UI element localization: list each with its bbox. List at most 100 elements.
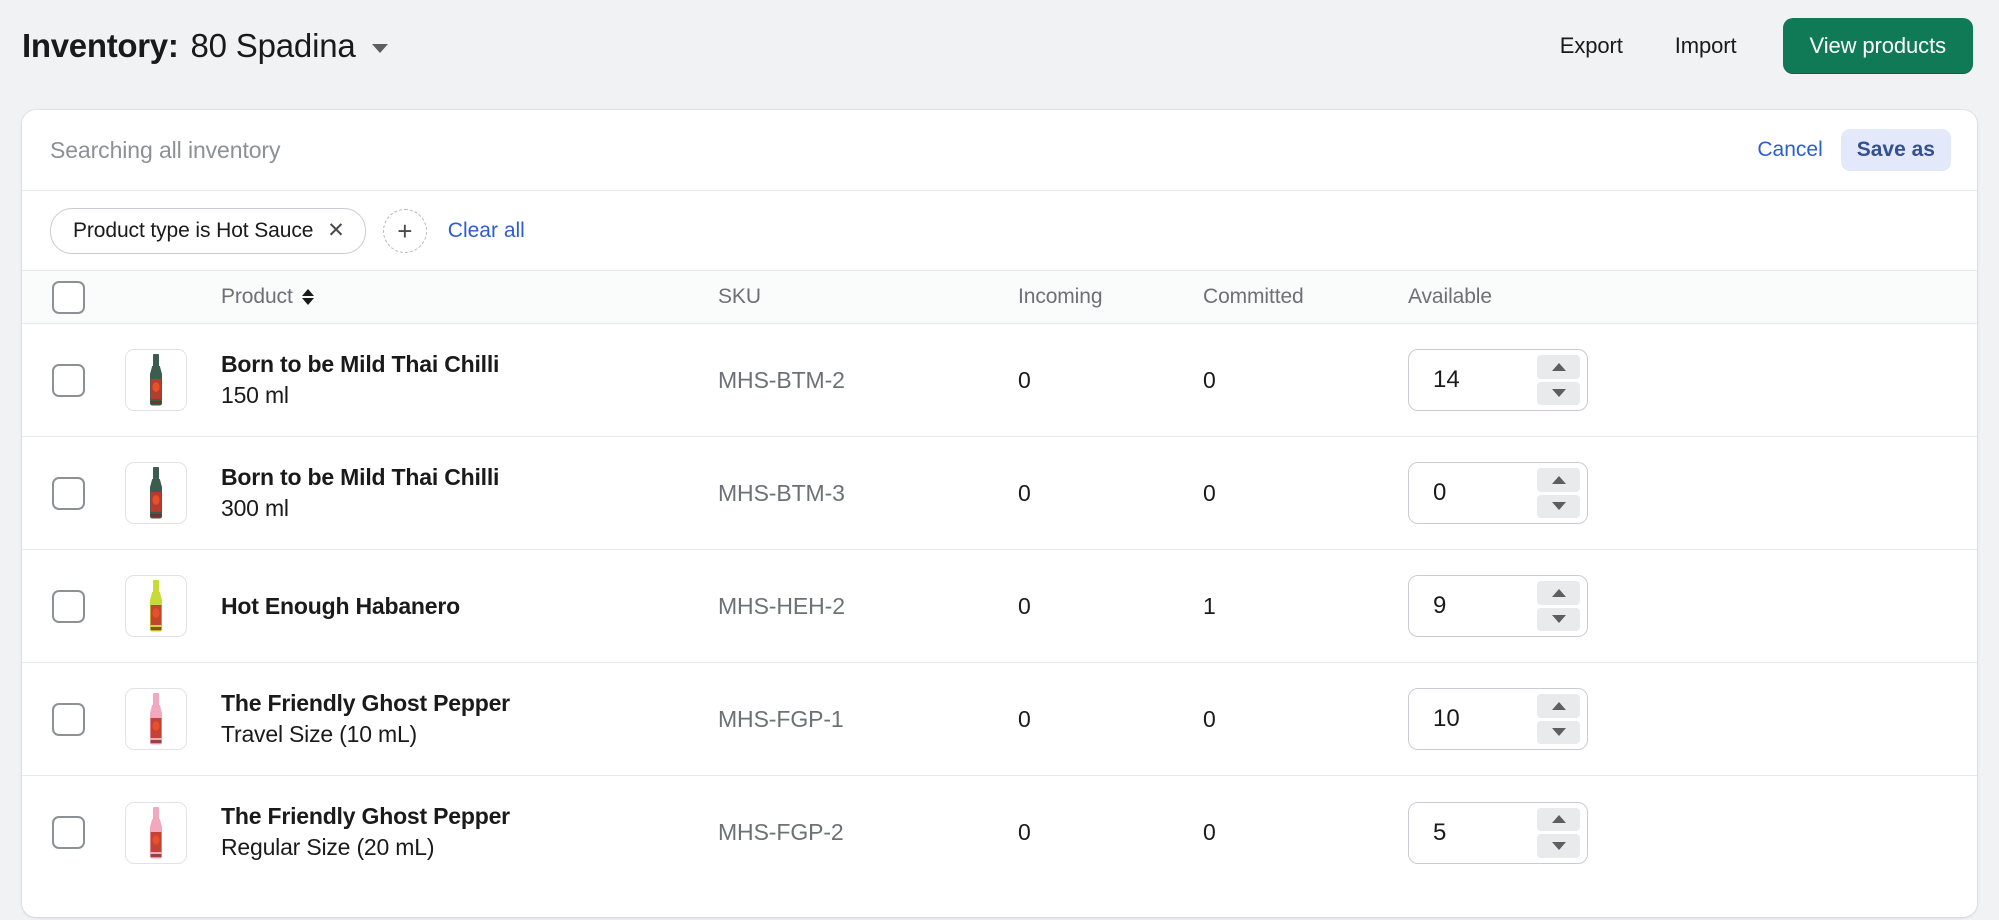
incoming-value: 0 (1018, 705, 1031, 732)
committed-value: 0 (1203, 705, 1216, 732)
caret-down-icon[interactable] (1537, 381, 1580, 405)
column-header-available: Available (1408, 285, 1977, 309)
column-header-sku-label: SKU (718, 285, 761, 308)
product-cell: Born to be Mild Thai Chilli 150 ml (198, 350, 718, 410)
committed-value: 0 (1203, 479, 1216, 506)
column-header-committed: Committed (1203, 285, 1408, 309)
checkbox-unchecked-icon[interactable] (51, 476, 85, 510)
available-quantity-stepper[interactable]: 0 (1408, 462, 1588, 524)
stepper-buttons (1537, 463, 1587, 523)
column-header-available-label: Available (1408, 285, 1492, 308)
available-quantity-stepper[interactable]: 10 (1408, 688, 1588, 750)
table-row[interactable]: Born to be Mild Thai Chilli 300 ml MHS-B… (22, 437, 1977, 550)
product-variant: 150 ml (221, 381, 289, 408)
row-select-cell (22, 589, 114, 623)
row-select-cell (22, 702, 114, 736)
row-select-cell (22, 363, 114, 397)
available-cell: 0 (1408, 462, 1977, 524)
caret-up-icon[interactable] (1537, 581, 1580, 605)
sku-value: MHS-HEH-2 (718, 592, 845, 619)
import-button[interactable]: Import (1649, 21, 1763, 71)
inventory-card: Searching all inventory Cancel Save as P… (22, 110, 1977, 917)
column-header-incoming: Incoming (1018, 285, 1203, 309)
clear-all-button[interactable]: Clear all (444, 213, 529, 249)
available-value[interactable]: 14 (1409, 350, 1537, 410)
view-products-button[interactable]: View products (1782, 18, 1973, 74)
available-value[interactable]: 9 (1409, 576, 1537, 636)
incoming-cell: 0 (1018, 819, 1203, 846)
product-name[interactable]: Born to be Mild Thai Chilli (221, 463, 718, 491)
page-title-label: Inventory: (22, 27, 179, 64)
caret-down-icon[interactable] (1537, 607, 1580, 631)
table-row[interactable]: The Friendly Ghost Pepper Regular Size (… (22, 776, 1977, 889)
product-thumbnail-cell (114, 462, 198, 524)
caret-down-icon[interactable] (1537, 720, 1580, 744)
available-quantity-stepper[interactable]: 9 (1408, 575, 1588, 637)
product-name[interactable]: Hot Enough Habanero (221, 592, 718, 620)
committed-cell: 0 (1203, 367, 1408, 394)
checkbox-unchecked-icon[interactable] (51, 702, 85, 736)
product-name[interactable]: Born to be Mild Thai Chilli (221, 350, 718, 378)
chevron-down-icon[interactable] (371, 43, 388, 53)
checkbox-unchecked-icon[interactable] (51, 816, 85, 849)
sku-value: MHS-FGP-1 (718, 705, 844, 732)
available-value[interactable]: 10 (1409, 689, 1537, 749)
search-input[interactable]: Searching all inventory (50, 137, 280, 164)
committed-value: 0 (1203, 819, 1216, 845)
checkbox-unchecked-icon[interactable] (51, 280, 85, 314)
product-name[interactable]: The Friendly Ghost Pepper (221, 689, 718, 717)
sku-cell: MHS-FGP-1 (718, 706, 1018, 733)
product-variant: Travel Size (10 mL) (221, 720, 418, 747)
product-thumbnail[interactable] (125, 349, 187, 411)
save-as-button[interactable]: Save as (1840, 129, 1951, 171)
cancel-button[interactable]: Cancel (1753, 130, 1826, 170)
sort-arrows-icon[interactable] (301, 289, 314, 305)
table-row[interactable]: Hot Enough Habanero MHS-HEH-2 0 1 9 (22, 550, 1977, 663)
caret-up-icon[interactable] (1537, 807, 1580, 831)
stepper-buttons (1537, 803, 1587, 863)
product-cell: Hot Enough Habanero (198, 592, 718, 620)
filter-chip-product-type[interactable]: Product type is Hot Sauce ✕ (50, 207, 366, 254)
product-thumbnail-cell (114, 801, 198, 864)
table-row[interactable]: The Friendly Ghost Pepper Travel Size (1… (22, 663, 1977, 776)
product-thumbnail[interactable] (125, 575, 187, 637)
caret-down-icon[interactable] (1537, 494, 1580, 518)
caret-up-icon[interactable] (1537, 355, 1580, 379)
caret-up-icon[interactable] (1537, 468, 1580, 492)
product-thumbnail[interactable] (125, 801, 187, 864)
product-cell: The Friendly Ghost Pepper Travel Size (1… (198, 689, 718, 749)
available-value[interactable]: 5 (1409, 803, 1537, 863)
incoming-cell: 0 (1018, 367, 1203, 394)
sku-cell: MHS-BTM-2 (718, 367, 1018, 394)
hot-sauce-bottle-icon (150, 580, 162, 632)
available-cell: 5 (1408, 801, 1977, 864)
committed-cell: 1 (1203, 593, 1408, 620)
export-button[interactable]: Export (1534, 21, 1649, 71)
table-row[interactable]: Born to be Mild Thai Chilli 150 ml MHS-B… (22, 324, 1977, 437)
add-filter-button[interactable]: + (382, 208, 427, 253)
checkbox-unchecked-icon[interactable] (51, 589, 85, 623)
column-header-product[interactable]: Product (198, 285, 718, 309)
caret-down-icon[interactable] (1537, 834, 1580, 858)
committed-cell: 0 (1203, 706, 1408, 733)
product-name[interactable]: The Friendly Ghost Pepper (221, 802, 718, 830)
available-quantity-stepper[interactable]: 14 (1408, 349, 1588, 411)
available-value[interactable]: 0 (1409, 463, 1537, 523)
caret-up-icon[interactable] (1537, 694, 1580, 718)
incoming-cell: 0 (1018, 706, 1203, 733)
committed-value: 0 (1203, 366, 1216, 393)
product-thumbnail[interactable] (125, 462, 187, 524)
sku-value: MHS-FGP-2 (718, 819, 844, 845)
available-quantity-stepper[interactable]: 5 (1408, 801, 1588, 864)
table-header-row: Product SKU Incoming Committed Available (22, 271, 1977, 324)
page-header: Inventory: 80 Spadina Export Import View… (0, 0, 1999, 92)
filters-bar: Product type is Hot Sauce ✕ + Clear all (22, 191, 1977, 271)
search-bar: Searching all inventory Cancel Save as (22, 110, 1977, 191)
sku-cell: MHS-FGP-2 (718, 819, 1018, 846)
select-all-cell (22, 280, 114, 314)
product-thumbnail[interactable] (125, 688, 187, 750)
checkbox-unchecked-icon[interactable] (51, 363, 85, 397)
hot-sauce-bottle-icon (150, 806, 162, 858)
close-icon[interactable]: ✕ (327, 220, 345, 241)
product-thumbnail-cell (114, 349, 198, 411)
